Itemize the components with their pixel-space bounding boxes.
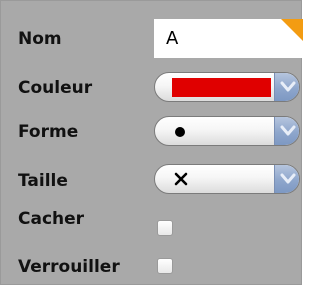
shape-label: Forme	[18, 122, 79, 142]
lock-label: Verrouiller	[18, 257, 120, 277]
filled-circle-icon	[175, 127, 185, 137]
lock-checkbox[interactable]	[157, 258, 173, 274]
chevron-down-icon	[280, 125, 296, 136]
chevron-down-icon	[280, 81, 296, 92]
cross-icon	[174, 172, 188, 186]
size-label: Taille	[18, 171, 68, 191]
color-label: Couleur	[18, 78, 93, 98]
shape-dropdown[interactable]	[154, 116, 300, 146]
name-value[interactable]: A	[166, 29, 178, 49]
name-label: Nom	[18, 29, 62, 49]
edit-corner-icon	[281, 19, 303, 41]
size-dropdown-button[interactable]	[274, 165, 299, 193]
hide-checkbox[interactable]	[157, 220, 173, 236]
chevron-down-icon	[280, 173, 296, 184]
color-dropdown-button[interactable]	[274, 73, 299, 101]
hide-label: Cacher	[18, 209, 85, 229]
color-swatch	[172, 78, 271, 97]
name-field[interactable]: A	[154, 19, 303, 58]
color-dropdown[interactable]	[154, 72, 300, 102]
properties-panel: Nom A Couleur Forme Taille Cacher Verrou…	[0, 0, 303, 285]
size-dropdown[interactable]	[154, 164, 300, 194]
shape-dropdown-button[interactable]	[274, 117, 299, 145]
